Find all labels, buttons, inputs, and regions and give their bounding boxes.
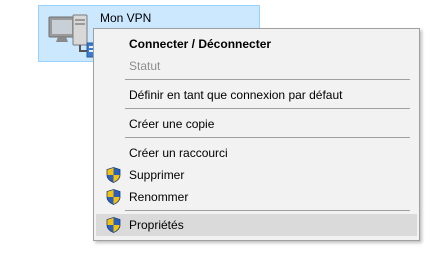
menu-item-label: Renommer xyxy=(129,190,189,204)
menu-item-label: Définir en tant que connexion par défaut xyxy=(129,88,343,102)
menu-item-status: Statut xyxy=(96,55,417,77)
vpn-computer-icon xyxy=(48,14,98,58)
menu-item-label: Statut xyxy=(129,59,161,73)
menu-item-label: Connecter / Déconnecter xyxy=(129,37,272,51)
menu-separator xyxy=(125,137,410,138)
menu-item-label: Supprimer xyxy=(129,168,185,182)
menu-item-label: Créer une copie xyxy=(129,117,215,131)
menu-item-set-default[interactable]: Définir en tant que connexion par défaut xyxy=(96,84,417,106)
menu-separator xyxy=(125,108,410,109)
menu-separator xyxy=(125,210,410,211)
menu-separator xyxy=(125,79,410,80)
menu-item-delete[interactable]: Supprimer xyxy=(96,164,417,186)
context-menu: Connecter / Déconnecter Statut Définir e… xyxy=(93,28,420,241)
network-connections-view: Mon VPN Connecter / Déconnecter Statut D… xyxy=(0,0,438,254)
uac-shield-icon xyxy=(106,167,121,183)
menu-item-rename[interactable]: Renommer xyxy=(96,186,417,208)
uac-shield-icon xyxy=(106,189,121,205)
menu-item-label: Propriétés xyxy=(129,218,184,232)
menu-item-label: Créer un raccourci xyxy=(129,146,228,160)
menu-item-create-shortcut[interactable]: Créer un raccourci xyxy=(96,142,417,164)
menu-item-properties[interactable]: Propriétés xyxy=(96,214,417,236)
menu-item-create-copy[interactable]: Créer une copie xyxy=(96,113,417,135)
menu-item-connect-disconnect[interactable]: Connecter / Déconnecter xyxy=(96,33,417,55)
uac-shield-icon xyxy=(106,217,121,233)
connection-name: Mon VPN xyxy=(100,11,152,25)
